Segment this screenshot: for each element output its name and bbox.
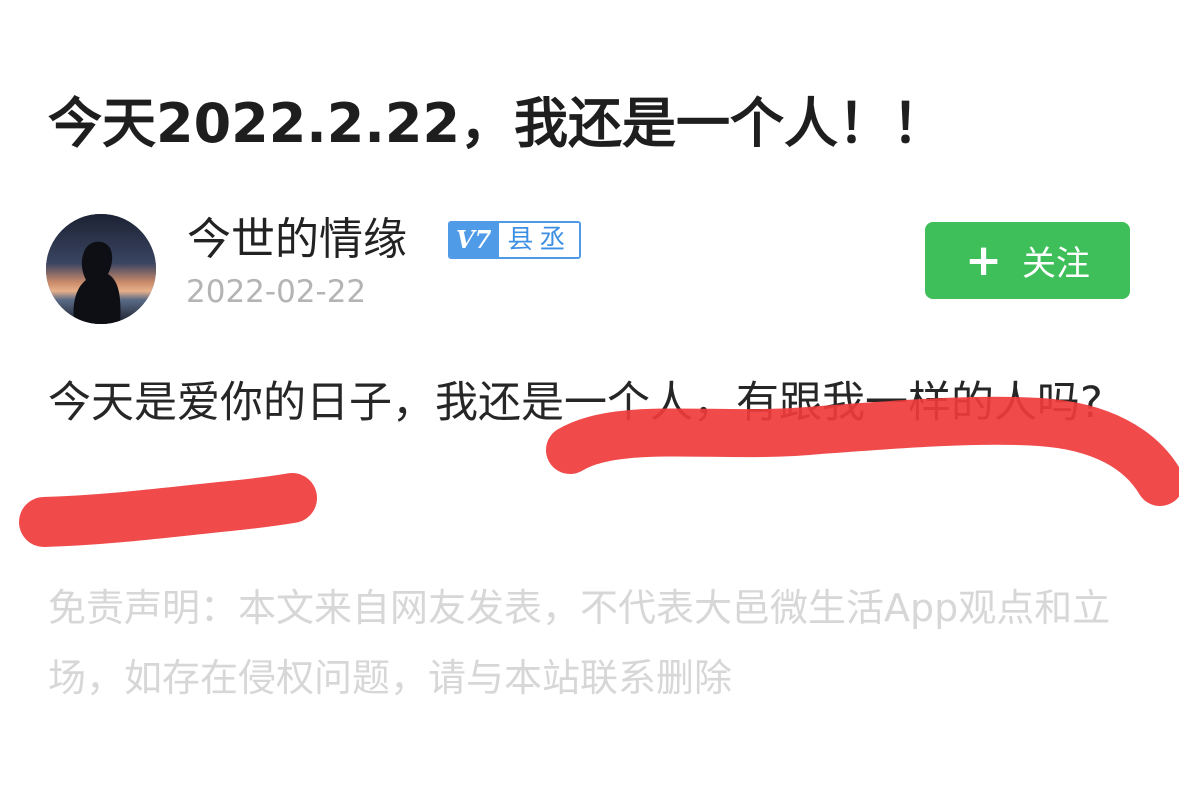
author-name[interactable]: 今世的情缘 [187, 212, 407, 268]
post-content: 今天是爱你的日子，我还是一个人，有跟我一样的人吗? [48, 378, 1103, 428]
level-badge: V7 县丞 [448, 221, 582, 259]
author-avatar[interactable] [46, 214, 156, 324]
avatar-photo-icon [46, 214, 156, 324]
badge-title: 县丞 [499, 223, 580, 257]
article-title: 今天2022.2.22，我还是一个人！！ [48, 92, 947, 155]
post-date: 2022-02-22 [186, 274, 367, 310]
highlight-stroke-2 [19, 473, 317, 547]
follow-button[interactable]: + 关注 [925, 222, 1130, 299]
disclaimer-text: 免责声明：本文来自网友发表，不代表大邑微生活App观点和立场，如存在侵权问题，请… [48, 586, 1111, 700]
plus-icon: + [965, 234, 1002, 286]
follow-label: 关注 [1021, 244, 1090, 284]
author-row: 今世的情缘 V7 县丞 2022-02-22 + 关注 [0, 210, 1179, 330]
article-page: 今天2022.2.22，我还是一个人！！ 今世的情缘 V7 县丞 2022-02… [0, 0, 1179, 809]
badge-level: V7 [450, 223, 500, 257]
